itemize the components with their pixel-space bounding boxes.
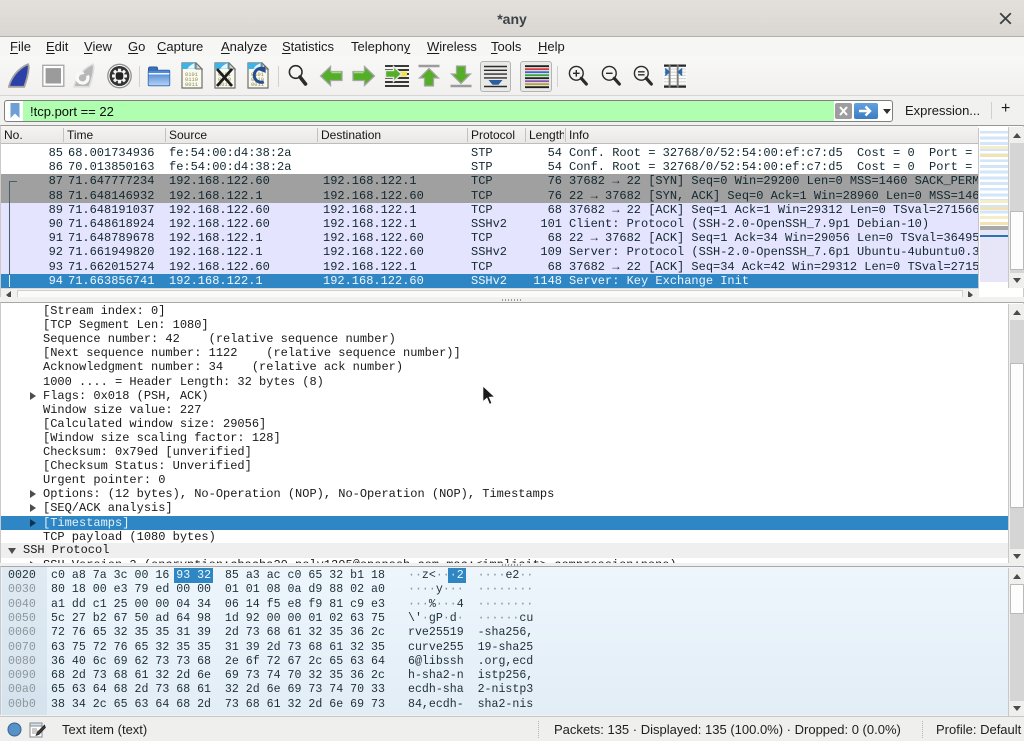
svg-text:0011: 0011 — [185, 82, 198, 88]
